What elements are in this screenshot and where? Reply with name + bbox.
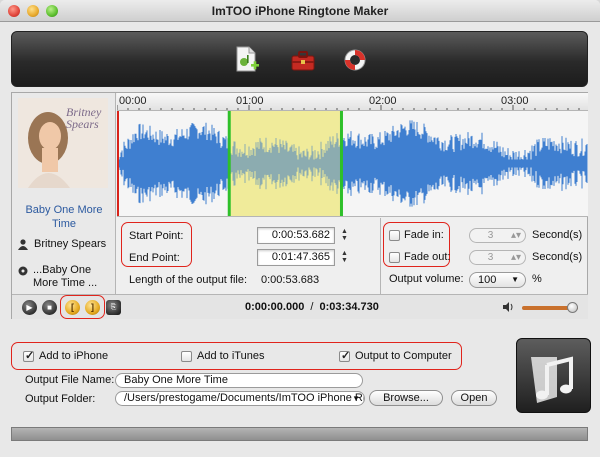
- selection-overlay: [229, 111, 342, 216]
- artist-row: Britney Spears: [18, 238, 106, 250]
- toolbox-icon: [291, 51, 315, 71]
- set-end-point-button[interactable]: ]: [85, 300, 100, 315]
- timeline-ruler[interactable]: 00:00 01:00 02:00 03:00: [117, 93, 588, 111]
- app-window: ImTOO iPhone Ringtone Maker Britney Spea…: [0, 0, 600, 457]
- output-volume-unit: %: [532, 273, 542, 285]
- help-button[interactable]: [342, 46, 368, 74]
- artist-name: Britney Spears: [34, 238, 107, 250]
- waveform-path: [117, 120, 588, 207]
- toolbar: [11, 31, 588, 87]
- album-art: Britney Spears: [18, 98, 108, 188]
- editor-panel: Britney Spears Baby One More Time Britne…: [11, 92, 588, 319]
- fade-out-seconds-field[interactable]: 3 ▴▾: [469, 250, 526, 265]
- track-info-panel: Britney Spears Baby One More Time Britne…: [12, 93, 116, 319]
- current-position: 0:00:00.000: [245, 301, 305, 313]
- window-title: ImTOO iPhone Ringtone Maker: [211, 4, 389, 18]
- end-point-label: End Point:: [129, 252, 180, 264]
- output-to-computer-label: Output to Computer: [355, 350, 452, 362]
- end-point-stepper[interactable]: ▲ ▼: [340, 250, 349, 265]
- output-length-label: Length of the output file:: [129, 274, 248, 286]
- clip-controls: Start Point: End Point: 0:00:53.682 ▲ ▼ 0…: [117, 218, 588, 294]
- timeline-ticks: [117, 105, 580, 110]
- browse-button[interactable]: Browse...: [369, 390, 443, 406]
- add-to-itunes-checkbox[interactable]: [181, 350, 192, 362]
- waveform[interactable]: [117, 111, 588, 217]
- person-icon: [18, 238, 28, 250]
- fade-settings: Fade in: 3 ▴▾ Second(s) Fade out: 3 ▴▾ S…: [380, 218, 588, 294]
- start-point-field[interactable]: 0:00:53.682: [257, 227, 335, 244]
- output-file-name-field[interactable]: Baby One More Time: [115, 373, 363, 388]
- add-to-iphone-option: Add to iPhone: [23, 349, 109, 362]
- end-point-field[interactable]: 0:01:47.365: [257, 249, 335, 266]
- album-art-text: Britney Spears: [66, 105, 102, 131]
- output-length-value: 0:00:53.683: [261, 274, 320, 286]
- playback-bar: ▶ ■ [ ] ⎘ 0:00:00.000 / 0:03:34.730: [12, 294, 588, 319]
- output-panel: Add to iPhone Add to iTunes Output to Co…: [11, 330, 591, 422]
- title-bar: ImTOO iPhone Ringtone Maker: [0, 0, 600, 22]
- start-point-label: Start Point:: [129, 230, 184, 242]
- music-note-icon: [531, 356, 573, 403]
- add-to-iphone-checkbox[interactable]: [23, 349, 34, 362]
- fade-in-seconds-field[interactable]: 3 ▴▾: [469, 228, 526, 243]
- fade-out-label: Fade out:: [404, 251, 451, 263]
- add-file-button[interactable]: [234, 46, 260, 74]
- snapshot-button[interactable]: ⎘: [106, 300, 121, 315]
- output-to-computer-option: Output to Computer: [339, 349, 452, 362]
- fade-in-checkbox[interactable]: [389, 229, 400, 241]
- output-folder-field[interactable]: /Users/prestogame/Documents/ImTOO iPhone…: [115, 391, 365, 406]
- start-point-stepper[interactable]: ▲ ▼: [340, 228, 349, 243]
- progress-bar: [11, 427, 588, 441]
- convert-button[interactable]: [516, 338, 591, 413]
- playback-time: 0:00:00.000 / 0:03:34.730: [245, 301, 379, 313]
- total-duration: 0:03:34.730: [319, 301, 379, 313]
- output-volume-select[interactable]: 100 ▼: [469, 272, 526, 288]
- fade-in-label: Fade in:: [404, 229, 444, 241]
- volume-slider-knob[interactable]: [567, 302, 579, 313]
- help-lifebuoy-icon: [344, 49, 366, 71]
- disc-icon: [18, 266, 28, 276]
- output-file-name-label: Output File Name:: [25, 374, 115, 386]
- output-volume-label: Output volume:: [389, 273, 464, 285]
- toolbox-button[interactable]: [290, 46, 316, 74]
- output-to-computer-checkbox[interactable]: [339, 349, 350, 362]
- fade-in-unit: Second(s): [532, 229, 583, 241]
- album-name: ...Baby One More Time ...: [33, 264, 98, 289]
- add-file-icon: [236, 46, 259, 72]
- play-button[interactable]: ▶: [22, 300, 37, 315]
- add-to-itunes-label: Add to iTunes: [197, 350, 265, 362]
- set-start-point-button[interactable]: [: [65, 300, 80, 315]
- fade-out-row: Fade out:: [389, 251, 450, 263]
- album-row: ...Baby One More Time ...: [18, 264, 103, 290]
- add-to-itunes-option: Add to iTunes: [181, 350, 264, 362]
- open-button[interactable]: Open: [451, 390, 497, 406]
- speaker-icon[interactable]: [502, 301, 514, 313]
- add-to-iphone-label: Add to iPhone: [39, 350, 109, 362]
- time-separator: /: [310, 301, 314, 313]
- output-folder-label: Output Folder:: [25, 393, 96, 405]
- song-title: Baby One More Time: [25, 204, 103, 230]
- fade-out-checkbox[interactable]: [389, 251, 400, 263]
- fade-in-row: Fade in:: [389, 229, 444, 241]
- stop-button[interactable]: ■: [42, 300, 57, 315]
- fade-out-unit: Second(s): [532, 251, 583, 263]
